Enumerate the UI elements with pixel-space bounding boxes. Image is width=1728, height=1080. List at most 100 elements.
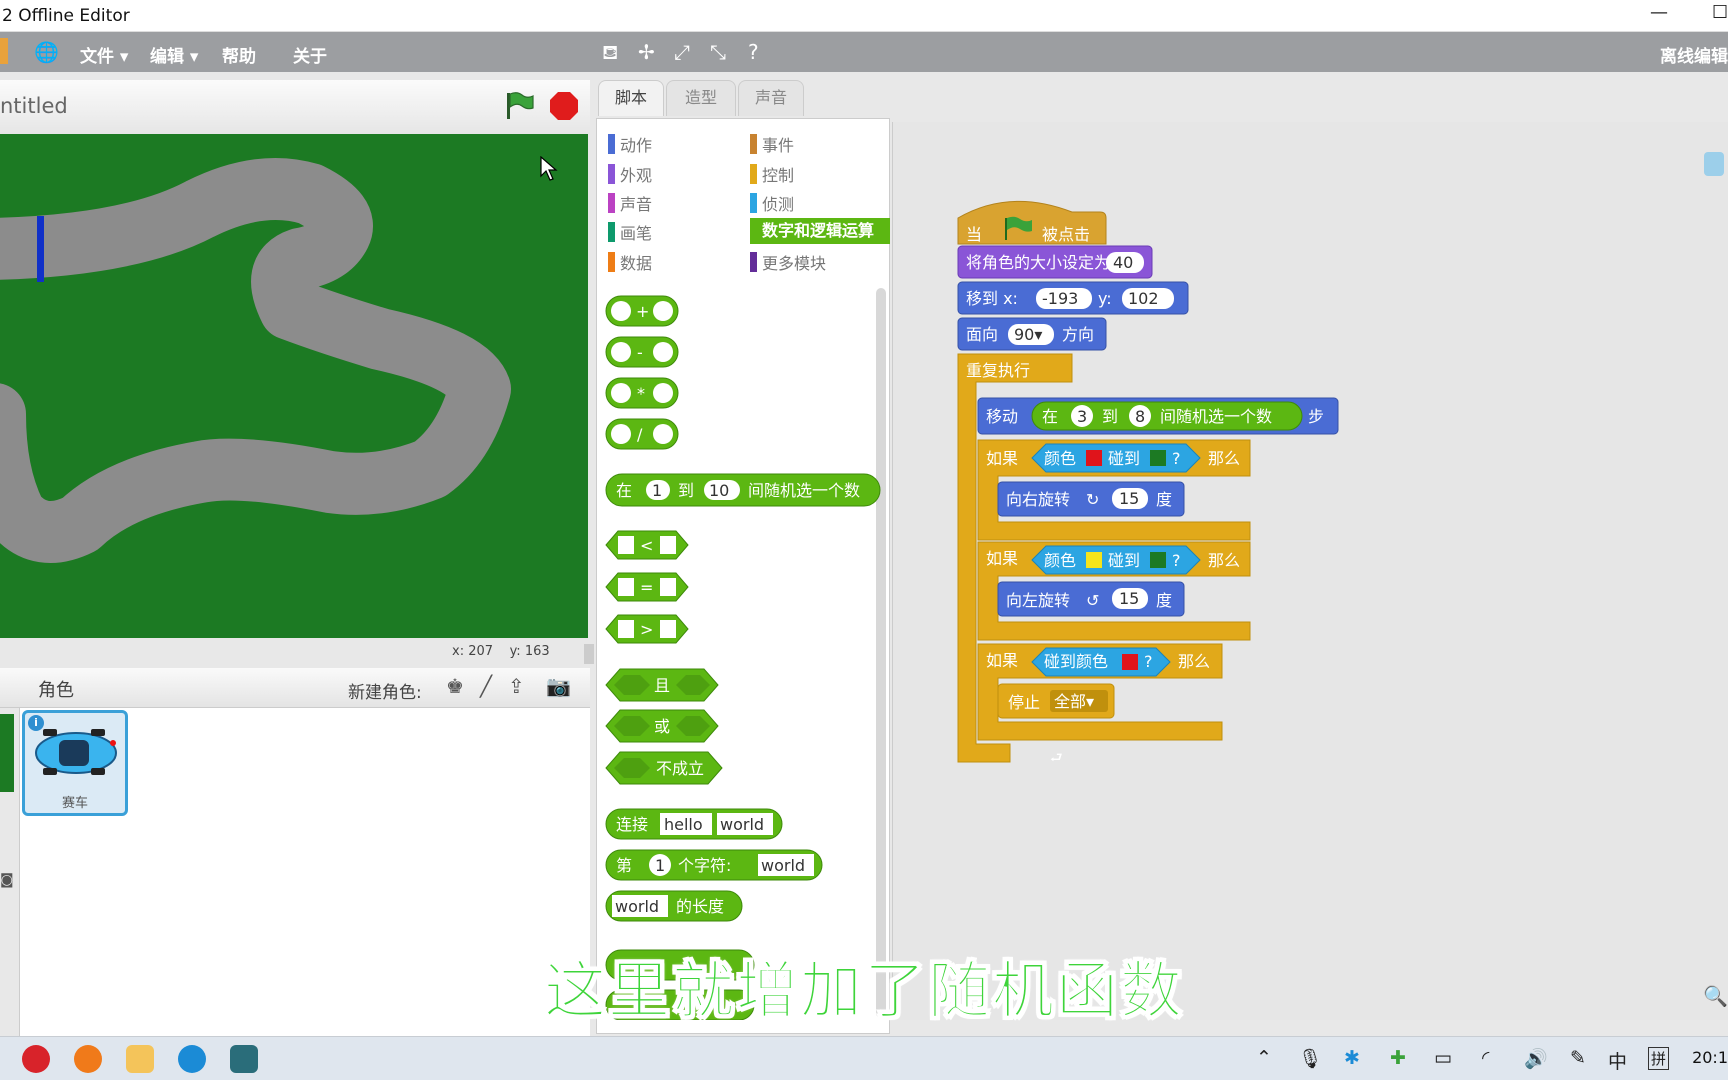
greater-than-block[interactable]: > — [605, 614, 689, 644]
tab-scripts[interactable]: 脚本 — [598, 80, 664, 116]
wifi-icon[interactable]: ◜ — [1482, 1047, 1489, 1069]
pen-icon[interactable]: ✎ — [1570, 1047, 1586, 1069]
divide-block[interactable]: / — [605, 418, 679, 450]
menu-help[interactable]: 帮助 — [222, 42, 256, 67]
category-motion[interactable]: 动作 — [608, 132, 652, 156]
multiply-block[interactable]: * — [605, 377, 679, 409]
stop-dropdown[interactable]: 全部▾ — [1054, 692, 1094, 711]
battery-icon[interactable]: ▭ — [1434, 1047, 1452, 1069]
ime-mode[interactable]: 中 — [1608, 1047, 1627, 1074]
point-value[interactable]: 90▾ — [1014, 325, 1042, 344]
sprite-library-icon[interactable]: ♚ — [446, 674, 464, 698]
random-block[interactable]: 在 1 到 10 间随机选一个数 — [605, 473, 881, 507]
menu-about[interactable]: 关于 — [293, 42, 327, 67]
paint-brush-icon[interactable]: ╱ — [480, 674, 492, 698]
point-direction-block[interactable]: 面向 90▾ 方向 — [957, 317, 1107, 351]
add-block[interactable]: + — [605, 295, 679, 327]
turn-right-block[interactable]: 向右旋转 ↻ 15 度 — [997, 481, 1185, 517]
when-flag-clicked-block[interactable]: 当 被点击 — [957, 200, 1107, 245]
stage-collapse-handle[interactable] — [584, 644, 594, 664]
color-swatch-green[interactable] — [1150, 450, 1166, 466]
equals-block[interactable]: = — [605, 572, 689, 602]
category-more-blocks[interactable]: 更多模块 — [750, 250, 826, 274]
goto-y[interactable]: 102 — [1128, 289, 1159, 308]
stage-thumbnail[interactable] — [0, 714, 14, 792]
turn-right-value[interactable]: 15 — [1119, 489, 1139, 508]
tab-sounds[interactable]: 声音 — [738, 80, 804, 116]
microphone-icon[interactable]: 🎙 — [1298, 1047, 1322, 1070]
go-to-xy-block[interactable]: 移到 x: -193 y: 102 — [957, 281, 1189, 315]
recorder-icon[interactable] — [230, 1045, 258, 1073]
random-from[interactable]: 1 — [652, 481, 662, 500]
maximize-button[interactable]: ☐ — [1712, 2, 1728, 23]
join-b[interactable]: world — [720, 815, 764, 834]
letter-of-block[interactable]: 第 1 个字符: world — [605, 849, 823, 881]
category-sound[interactable]: 声音 — [608, 191, 652, 215]
category-operators[interactable]: 数字和逻辑运算 — [750, 218, 890, 244]
not-block[interactable]: 不成立 — [605, 751, 723, 785]
color-swatch-yellow[interactable] — [1086, 552, 1102, 568]
join-a[interactable]: hello — [664, 815, 703, 834]
cut-icon[interactable]: ✢ — [638, 40, 655, 64]
set-size-value[interactable]: 40 — [1113, 253, 1133, 272]
scratch-icon[interactable] — [126, 1045, 154, 1073]
join-block[interactable]: 连接 hello world — [605, 808, 783, 840]
stage-canvas[interactable] — [0, 134, 588, 638]
firefox-icon[interactable] — [74, 1045, 102, 1073]
dev-cpp-icon[interactable] — [22, 1045, 50, 1073]
stop-all-block[interactable]: 停止 全部▾ — [997, 683, 1115, 719]
op-symbol: / — [637, 425, 643, 444]
turn-left-block[interactable]: 向左旋转 ↺ 15 度 — [997, 581, 1185, 617]
letter-s[interactable]: world — [761, 856, 805, 875]
color-swatch-red[interactable] — [1122, 654, 1138, 670]
help-icon[interactable]: ? — [748, 40, 759, 64]
length-of-block[interactable]: world 的长度 — [605, 890, 743, 922]
or-block[interactable]: 或 — [605, 709, 719, 743]
random-to[interactable]: 10 — [709, 481, 729, 500]
subtract-block[interactable]: - — [605, 336, 679, 368]
grow-icon[interactable]: ⤢ — [674, 40, 690, 64]
volume-icon[interactable]: 🔊 — [1524, 1047, 1548, 1070]
and-block[interactable]: 且 — [605, 668, 719, 702]
shrink-icon[interactable]: ⤡ — [710, 40, 726, 64]
duplicate-stamp-icon[interactable]: ⛾ — [602, 40, 618, 67]
set-size-block[interactable]: 将角色的大小设定为 40 — [957, 245, 1153, 279]
category-data[interactable]: 数据 — [608, 250, 652, 274]
category-control[interactable]: 控制 — [750, 162, 794, 186]
green-flag-icon[interactable] — [502, 90, 536, 122]
color-swatch-green[interactable] — [1150, 552, 1166, 568]
menu-edit[interactable]: 编辑 ▾ — [150, 42, 198, 67]
move-steps-block[interactable]: 移动 在 3 到 8 间随机选一个数 步 — [977, 397, 1339, 435]
color-swatch-red[interactable] — [1086, 450, 1102, 466]
chevron-up-icon[interactable]: ⌃ — [1256, 1047, 1272, 1069]
goto-label: 移到 x: — [966, 289, 1018, 308]
menu-file[interactable]: 文件 ▾ — [80, 42, 128, 67]
turn-left-value[interactable]: 15 — [1119, 589, 1139, 608]
upload-icon[interactable]: ⇪ — [508, 674, 525, 698]
security-icon[interactable]: ✱ — [1344, 1047, 1360, 1069]
less-than-block[interactable]: < — [605, 530, 689, 560]
edge-icon[interactable] — [178, 1045, 206, 1073]
category-pen[interactable]: 画笔 — [608, 220, 652, 244]
ime-pinyin[interactable]: 拼 — [1648, 1047, 1670, 1070]
letter-n[interactable]: 1 — [655, 856, 665, 875]
camera-icon[interactable]: ◙ — [0, 872, 14, 888]
category-sensing[interactable]: 侦测 — [750, 191, 794, 215]
tab-costumes[interactable]: 造型 — [666, 80, 736, 116]
project-title[interactable]: ntitled — [0, 94, 68, 118]
move-b[interactable]: 8 — [1135, 407, 1145, 426]
minimize-button[interactable]: — — [1650, 2, 1668, 23]
camera-icon[interactable]: 📷 — [546, 674, 571, 698]
length-s[interactable]: world — [615, 897, 659, 916]
move-a[interactable]: 3 — [1077, 407, 1087, 426]
category-events[interactable]: 事件 — [750, 132, 794, 156]
globe-icon[interactable]: 🌐 — [34, 40, 59, 64]
stop-sign-icon[interactable] — [549, 91, 579, 121]
plus-shield-icon[interactable]: ✚ — [1390, 1047, 1406, 1069]
sprite-thumbnail[interactable]: i 赛车 — [22, 710, 128, 816]
op-symbol: - — [637, 343, 643, 362]
goto-x[interactable]: -193 — [1042, 289, 1078, 308]
category-looks[interactable]: 外观 — [608, 162, 652, 186]
title-bar: 2 Offline Editor — ☐ — [0, 0, 1728, 32]
race-car-icon — [35, 729, 117, 775]
